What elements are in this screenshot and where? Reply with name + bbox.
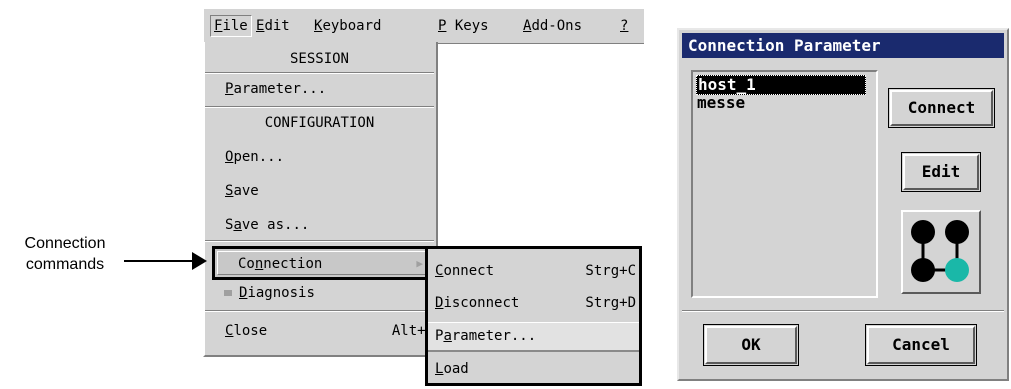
menu-item-close-label: Close — [225, 323, 268, 339]
checkbox-icon — [224, 290, 232, 296]
menu-help-label: ? — [620, 18, 629, 34]
edit-button-frame: Edit — [901, 152, 981, 192]
session-header: SESSION — [289, 51, 349, 67]
menu-item-diagnosis-label: Diagnosis — [239, 285, 315, 301]
menu-edit[interactable]: Edit — [256, 16, 290, 36]
edit-button[interactable]: Edit — [903, 154, 979, 190]
menu-item-open-label: Open... — [225, 149, 285, 165]
menu-item-save-as[interactable]: Save as... — [205, 212, 434, 238]
submenu-item-disconnect[interactable]: Disconnect Strg+D — [428, 289, 639, 317]
callout-arrow-icon — [192, 252, 207, 270]
host-listbox[interactable]: host_1 messe — [691, 70, 878, 298]
menu-bar: File Edit Keyboard P Keys Add-Ons ? — [203, 8, 644, 44]
menu-keyboard-label: eyboard — [322, 18, 382, 34]
callout-line-1: Connection — [24, 235, 106, 252]
submenu-item-connect-accel: Strg+C — [585, 263, 636, 279]
submenu-item-load[interactable]: Load — [428, 355, 639, 383]
callout-arrow-line — [124, 260, 194, 262]
menu-keyboard[interactable]: Keyboard — [314, 16, 381, 36]
menu-item-close[interactable]: Close Alt+4 — [205, 318, 434, 344]
menu-item-save-label: Save — [225, 183, 259, 199]
callout-label: Connection commands — [0, 233, 130, 275]
dialog-separator — [682, 310, 1004, 312]
submenu-item-parameter-label: Parameter... — [435, 328, 537, 344]
cancel-button-frame: Cancel — [865, 324, 977, 366]
menu-pkeys-label: Keys — [446, 18, 489, 34]
ok-button[interactable]: OK — [705, 326, 797, 364]
connection-status-icon — [911, 220, 969, 282]
submenu-item-load-label: Load — [435, 361, 469, 377]
connect-button-frame: Connect — [888, 88, 995, 128]
menu-edit-label: dit — [264, 18, 290, 34]
menu-separator — [205, 106, 434, 108]
menu-separator — [205, 240, 434, 242]
submenu-item-connect[interactable]: Connect Strg+C — [428, 257, 639, 285]
list-item[interactable]: host_1 — [696, 75, 866, 95]
menu-file-label: ile — [222, 18, 248, 34]
menu-item-save[interactable]: Save — [205, 178, 434, 204]
cancel-button[interactable]: Cancel — [867, 326, 975, 364]
connect-button[interactable]: Connect — [890, 90, 993, 126]
menu-item-open[interactable]: Open... — [205, 144, 434, 170]
submenu-item-connect-label: Connect — [435, 263, 495, 279]
menu-item-diagnosis[interactable]: Diagnosis — [205, 280, 434, 306]
submenu-item-disconnect-accel: Strg+D — [585, 295, 636, 311]
menu-addons-label: dd-Ons — [531, 18, 583, 34]
ok-button-frame: OK — [703, 324, 799, 366]
submenu-item-parameter[interactable]: Parameter... — [428, 322, 639, 352]
menu-item-save-as-label: Save as... — [225, 217, 310, 233]
connection-submenu: Connect Strg+C Disconnect Strg+D Paramet… — [425, 246, 642, 386]
file-menu: SESSION Parameter... CONFIGURATION Open.… — [203, 42, 438, 357]
menu-help[interactable]: ? — [620, 16, 628, 36]
connection-parameter-dialog: Connection Parameter host_1 messe Connec… — [677, 28, 1009, 381]
menu-item-parameter[interactable]: Parameter... — [205, 76, 434, 102]
dialog-title: Connection Parameter — [682, 33, 1004, 58]
list-item[interactable]: messe — [696, 94, 745, 114]
configuration-header: CONFIGURATION — [264, 115, 375, 131]
menu-item-parameter-label: Parameter... — [225, 81, 327, 97]
menu-separator — [205, 72, 434, 74]
callout-line-2: commands — [25, 256, 105, 273]
menu-pkeys[interactable]: P Keys — [438, 16, 489, 36]
connection-status-button[interactable] — [901, 210, 981, 294]
menu-item-connection-label: Connection — [238, 256, 323, 272]
submenu-arrow-icon: ▶ — [416, 257, 423, 270]
menu-item-connection[interactable]: Connection ▶ — [212, 246, 434, 280]
menu-file[interactable]: File — [210, 15, 252, 37]
menu-separator — [205, 310, 434, 312]
menu-addons[interactable]: Add-Ons — [523, 16, 582, 36]
submenu-item-disconnect-label: Disconnect — [435, 295, 520, 311]
